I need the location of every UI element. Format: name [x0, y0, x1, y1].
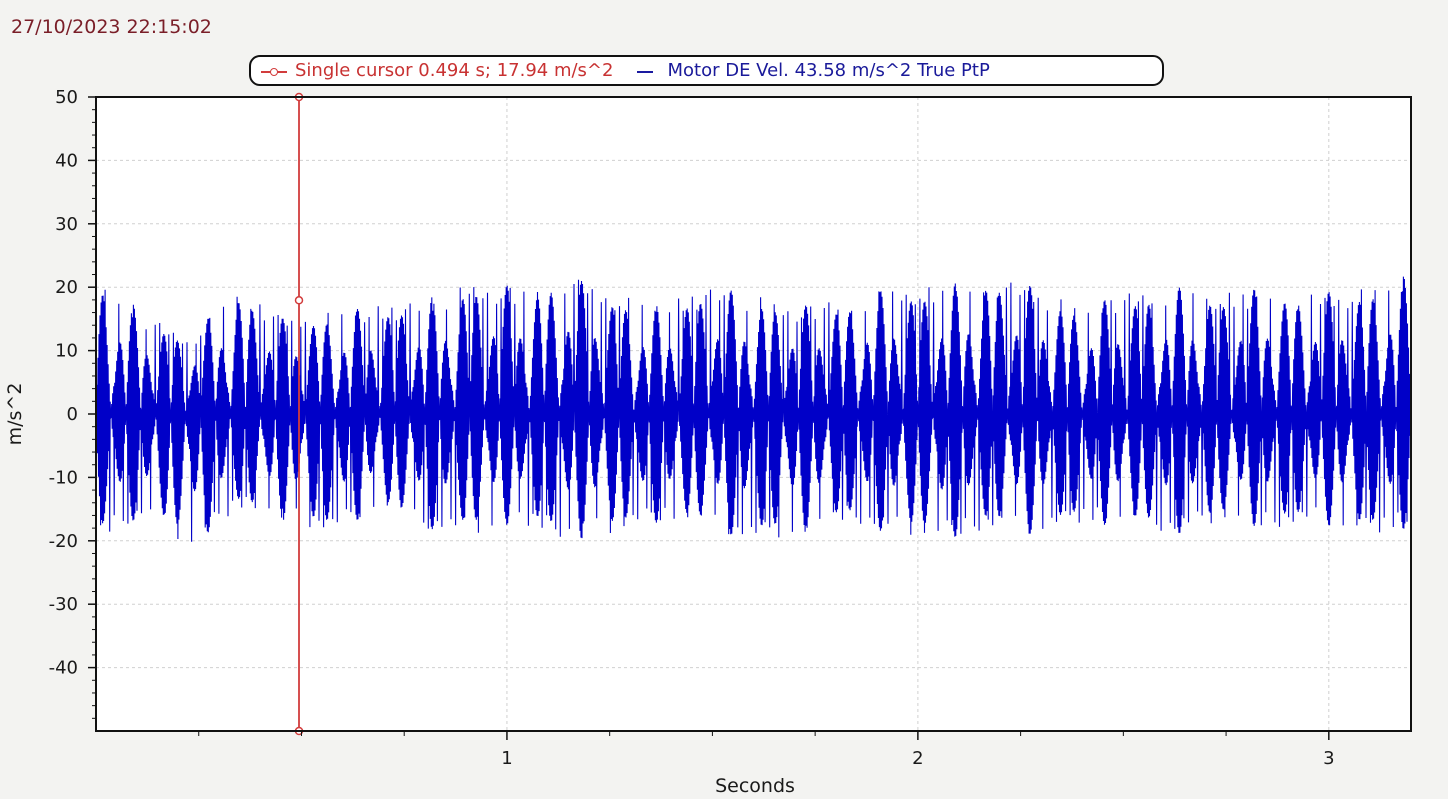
y-tick-label: 50: [55, 87, 78, 108]
y-tick-label: -30: [49, 594, 78, 615]
y-tick-label: 0: [67, 404, 78, 425]
x-axis-title: Seconds: [715, 775, 795, 797]
waveform-chart[interactable]: 50 40 30 20 10 0 -10 -20 -30 -40 1 2 3 m/s^2 Seconds: [0, 0, 1448, 799]
cursor-marker: [294, 296, 304, 305]
y-tick-label: 10: [55, 341, 78, 362]
x-tick-label: 2: [912, 748, 923, 769]
y-tick-label: 40: [55, 150, 78, 171]
y-tick-label: 30: [55, 214, 78, 235]
x-tick-label: 1: [501, 748, 512, 769]
y-tick-label: -20: [49, 531, 78, 552]
y-tick-label: -10: [49, 467, 78, 488]
x-tick-label: 3: [1323, 748, 1334, 769]
y-tick-label: 20: [55, 277, 78, 298]
y-axis-title: m/s^2: [4, 383, 26, 446]
y-tick-label: -40: [49, 658, 78, 679]
